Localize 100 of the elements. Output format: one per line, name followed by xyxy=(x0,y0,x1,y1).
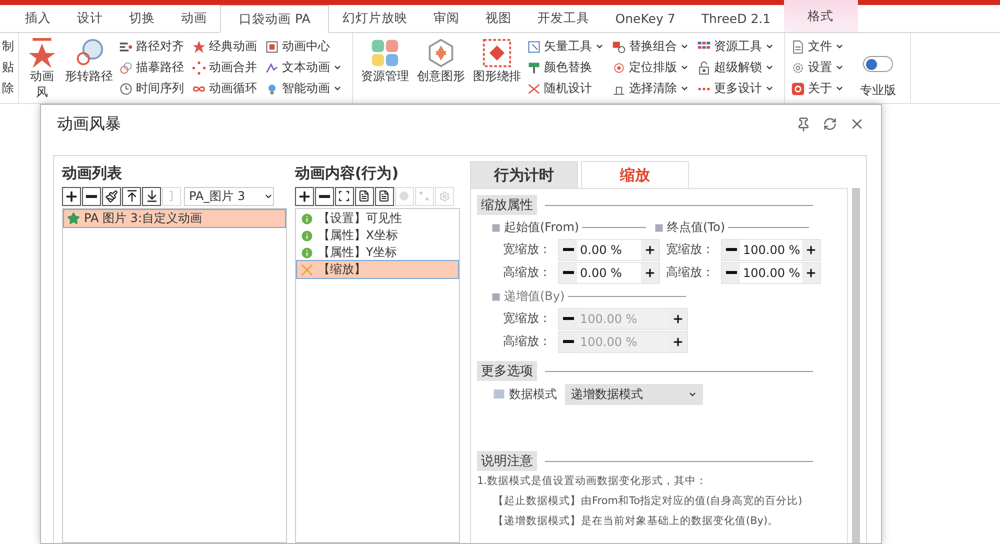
ribbon-tab[interactable]: 设计 xyxy=(64,5,116,32)
dropdown-caret-icon xyxy=(680,42,689,51)
window-title: 动画风暴 xyxy=(57,114,122,134)
ribbon-button[interactable]: 路径对齐 xyxy=(119,36,188,57)
plus-icon xyxy=(296,188,312,204)
ribbon-button[interactable]: 时间序列 xyxy=(119,78,188,99)
nodes-button[interactable] xyxy=(414,186,434,206)
ribbon-button[interactable]: 随机设计 xyxy=(527,78,608,99)
note-text: 1.数据模式是值设置动画数据变化形式，其中： xyxy=(477,474,708,489)
ribbon-button[interactable]: 动画合并 xyxy=(192,57,261,78)
document-icon xyxy=(378,190,390,202)
object-dropdown[interactable]: PA_图片 3 xyxy=(184,186,274,206)
star-icon xyxy=(67,212,80,225)
ribbon-tab[interactable]: 动画 xyxy=(168,5,220,32)
ribbon-tab[interactable]: 幻灯片放映 xyxy=(329,5,420,32)
section-title: 更多选项 xyxy=(477,361,537,381)
gear-icon xyxy=(791,60,805,74)
ribbon-tab[interactable]: 开发工具 xyxy=(524,5,602,32)
ribbon-button[interactable]: 贴 xyxy=(2,57,18,78)
ribbon-button[interactable]: 替换组合 xyxy=(612,36,693,57)
minus-icon xyxy=(562,340,574,343)
toggle-switch[interactable] xyxy=(863,56,893,72)
note-text: 【起止数据模式】由From和To指定对应的值(自身高宽的百分比) xyxy=(492,494,804,509)
ribbon-tab[interactable]: 切换 xyxy=(116,5,168,32)
scrollbar[interactable] xyxy=(852,188,860,543)
plus-icon xyxy=(805,266,817,278)
number-spinner[interactable]: 100.00 % xyxy=(721,262,821,284)
ribbon-button[interactable]: 设置 xyxy=(791,57,848,78)
remove-button[interactable] xyxy=(314,186,334,206)
ribbon-button[interactable]: 图形绕排 xyxy=(471,68,523,84)
ribbon-button[interactable]: 经典动画 xyxy=(192,36,261,57)
ribbon-button[interactable]: 关于 xyxy=(791,78,848,99)
ribbon-button[interactable]: 文本动画 xyxy=(265,57,346,78)
tab[interactable]: 缩放 xyxy=(581,161,689,188)
mode-dropdown[interactable]: 递增数据模式 xyxy=(565,384,703,404)
pin-button[interactable] xyxy=(796,116,811,132)
field-label: 高缩放： xyxy=(503,264,552,281)
ribbon-button[interactable]: 颜色替换 xyxy=(527,57,608,78)
brush-button[interactable] xyxy=(102,186,121,206)
group-title: 递增值(By) xyxy=(504,288,565,305)
ribbon-tab[interactable]: OneKey 7 xyxy=(602,5,688,32)
ribbon-button[interactable]: 智能动画 xyxy=(265,78,346,99)
ribbon-button[interactable]: 动画中心 xyxy=(265,36,346,57)
ribbon-button[interactable]: 选择清除 xyxy=(612,78,693,99)
ribbon-tab[interactable]: 口袋动画 PA xyxy=(220,5,330,33)
ribbon-button[interactable]: 创意图形 xyxy=(415,68,467,84)
dropdown-caret-icon xyxy=(333,84,342,93)
number-spinner[interactable]: 0.00 % xyxy=(558,262,660,284)
list-item[interactable]: 【设置】可见性 xyxy=(296,210,458,227)
refresh-button[interactable] xyxy=(823,117,837,131)
ribbon-button[interactable]: 文件 xyxy=(791,36,848,57)
ribbon-button[interactable]: 形转路径 xyxy=(63,68,115,84)
list-item[interactable]: 【属性】Y坐标 xyxy=(296,244,458,261)
move-top-button[interactable] xyxy=(122,186,141,206)
target-icon xyxy=(265,40,279,54)
remove-button[interactable] xyxy=(82,186,101,206)
ribbon-button[interactable]: 制 xyxy=(2,36,18,57)
number-spinner[interactable]: 0.00 % xyxy=(558,238,660,260)
move-bottom-button[interactable] xyxy=(142,186,161,206)
plus-icon xyxy=(672,312,684,324)
document-button[interactable] xyxy=(374,186,394,206)
ribbon-button[interactable]: 动画风 xyxy=(25,68,59,100)
ribbon-button[interactable]: 除 xyxy=(2,78,18,99)
dotted-frame-icon xyxy=(482,38,512,68)
field-label: 宽缩放： xyxy=(503,241,552,258)
ribbon-button[interactable]: 资源工具 xyxy=(697,36,778,57)
ribbon-tab[interactable]: 审阅 xyxy=(420,5,472,32)
list-item[interactable]: 【属性】X坐标 xyxy=(296,227,458,244)
dropdown-caret-icon xyxy=(835,84,844,93)
ribbon-tab[interactable]: 视图 xyxy=(472,5,524,32)
ribbon-tab[interactable]: ThreeD 2.1 xyxy=(688,5,784,32)
ribbon-button[interactable]: 更多设计 xyxy=(697,78,778,99)
note-text: 【递增数据模式】是在当前对象基础上的数据变化值(By)。 xyxy=(492,514,780,529)
list-item[interactable]: PA 图片 3:自定义动画 xyxy=(64,210,285,227)
dropdown-caret-icon xyxy=(595,42,604,51)
expand-icon xyxy=(338,190,350,202)
ribbon-tab[interactable]: 格式 xyxy=(784,0,858,32)
list-item[interactable]: 【缩放】 xyxy=(296,261,458,278)
ribbon-button[interactable]: 资源管理 xyxy=(359,68,411,84)
ribbon-button[interactable]: 矢量工具 xyxy=(527,36,608,57)
field-label: 宽缩放： xyxy=(666,241,715,258)
document-button[interactable] xyxy=(354,186,374,206)
ribbon-button[interactable]: 超级解锁 xyxy=(697,57,778,78)
expand-button[interactable] xyxy=(334,186,354,206)
ribbon-button[interactable]: 描摹路径 xyxy=(119,57,188,78)
field-label: 高缩放： xyxy=(666,264,715,281)
document-icon xyxy=(358,190,370,202)
circles-icon xyxy=(74,38,104,68)
ribbon-button[interactable]: 动画循环 xyxy=(192,78,261,99)
panel-title: 动画列表 xyxy=(62,163,123,184)
ribbon-tab[interactable]: 插入 xyxy=(12,5,64,32)
field-label: 高缩放： xyxy=(503,333,552,350)
curve-icon xyxy=(265,60,279,74)
dots-icon xyxy=(192,60,206,74)
add-button[interactable] xyxy=(62,186,81,206)
add-button[interactable] xyxy=(294,186,314,206)
ribbon-button[interactable]: 定位排版 xyxy=(612,57,693,78)
info-icon xyxy=(300,212,314,226)
number-spinner[interactable]: 100.00 % xyxy=(721,238,821,260)
tab[interactable]: 行为计时 xyxy=(470,161,578,188)
